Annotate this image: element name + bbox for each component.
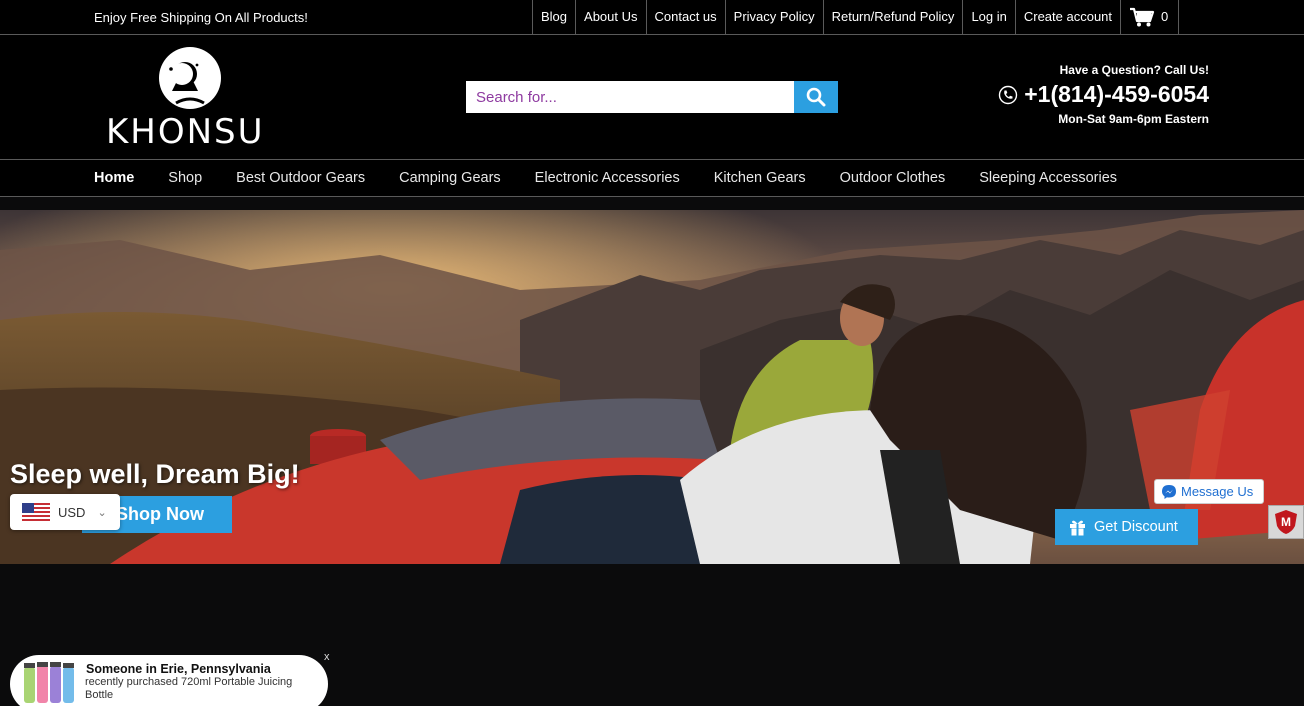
nav-item-sleeping-accessories[interactable]: Sleeping Accessories <box>979 160 1117 196</box>
currency-selector[interactable]: USD ⌄ <box>10 494 120 530</box>
cart-button[interactable]: 0 <box>1121 0 1180 34</box>
nav-item-best-outdoor-gears[interactable]: Best Outdoor Gears <box>236 160 365 196</box>
phone-number-row[interactable]: +1(814)-459-6054 <box>998 81 1209 108</box>
recent-purchase-popup[interactable]: Someone in Erie, Pennsylvania recently p… <box>10 655 328 706</box>
nav-item-home[interactable]: Home <box>94 160 134 196</box>
messenger-label: Message Us <box>1181 484 1254 499</box>
contact-info: Have a Question? Call Us! +1(814)-459-60… <box>998 63 1209 126</box>
search-icon <box>806 87 826 107</box>
business-hours: Mon-Sat 9am-6pm Eastern <box>1058 112 1209 126</box>
site-header: KHONSU Have a Question? Call Us! +1(814)… <box>0 35 1304 160</box>
top-links: Blog About Us Contact us Privacy Policy … <box>532 0 1180 34</box>
close-icon[interactable]: x <box>324 651 330 663</box>
nav-item-kitchen-gears[interactable]: Kitchen Gears <box>714 160 806 196</box>
badge-letter: M <box>1281 515 1291 529</box>
search-button[interactable] <box>794 81 838 113</box>
currency-code: USD <box>58 504 86 520</box>
top-bar: Enjoy Free Shipping On All Products! Blo… <box>0 0 1304 35</box>
hero-headline: Sleep well, Dream Big! <box>10 459 300 489</box>
shipping-promo: Enjoy Free Shipping On All Products! <box>94 10 308 25</box>
nav-item-outdoor-clothes[interactable]: Outdoor Clothes <box>840 160 946 196</box>
khonsu-logo[interactable]: KHONSU <box>106 45 276 152</box>
phone-number: +1(814)-459-6054 <box>1024 81 1209 107</box>
search-input[interactable] <box>466 81 794 113</box>
chevron-down-icon: ⌄ <box>97 506 107 519</box>
cart-icon <box>1130 7 1155 27</box>
nav-item-shop[interactable]: Shop <box>168 160 202 196</box>
create-account-link[interactable]: Create account <box>1016 0 1122 34</box>
login-link[interactable]: Log in <box>963 0 1016 34</box>
search-bar <box>466 81 838 113</box>
juicing-bottle-thumbnail <box>24 662 74 703</box>
phone-icon <box>999 85 1018 104</box>
contact-question: Have a Question? Call Us! <box>1059 63 1209 77</box>
refund-policy-link[interactable]: Return/Refund Policy <box>824 0 964 34</box>
shield-icon: M <box>1275 510 1297 534</box>
popup-title: Someone in Erie, Pennsylvania <box>86 662 271 676</box>
us-flag-icon <box>22 503 50 521</box>
messenger-icon <box>1162 484 1176 499</box>
privacy-policy-link[interactable]: Privacy Policy <box>726 0 824 34</box>
logo-text: KHONSU <box>106 112 265 152</box>
cart-count: 0 <box>1161 9 1169 24</box>
get-discount-label: Get Discount <box>1094 519 1178 535</box>
gift-icon <box>1070 520 1085 536</box>
contact-us-link[interactable]: Contact us <box>647 0 726 34</box>
blog-link[interactable]: Blog <box>533 0 577 34</box>
nav-item-camping-gears[interactable]: Camping Gears <box>399 160 501 196</box>
popup-text: recently purchased 720ml Portable Juicin… <box>85 676 293 701</box>
security-badge[interactable]: M <box>1268 505 1304 539</box>
about-us-link[interactable]: About Us <box>576 0 647 34</box>
messenger-button[interactable]: Message Us <box>1154 479 1264 504</box>
get-discount-button[interactable]: Get Discount <box>1055 509 1198 545</box>
moon-logo-icon <box>159 47 221 109</box>
nav-item-electronic-accessories[interactable]: Electronic Accessories <box>535 160 680 196</box>
main-nav: Home Shop Best Outdoor Gears Camping Gea… <box>0 159 1304 197</box>
